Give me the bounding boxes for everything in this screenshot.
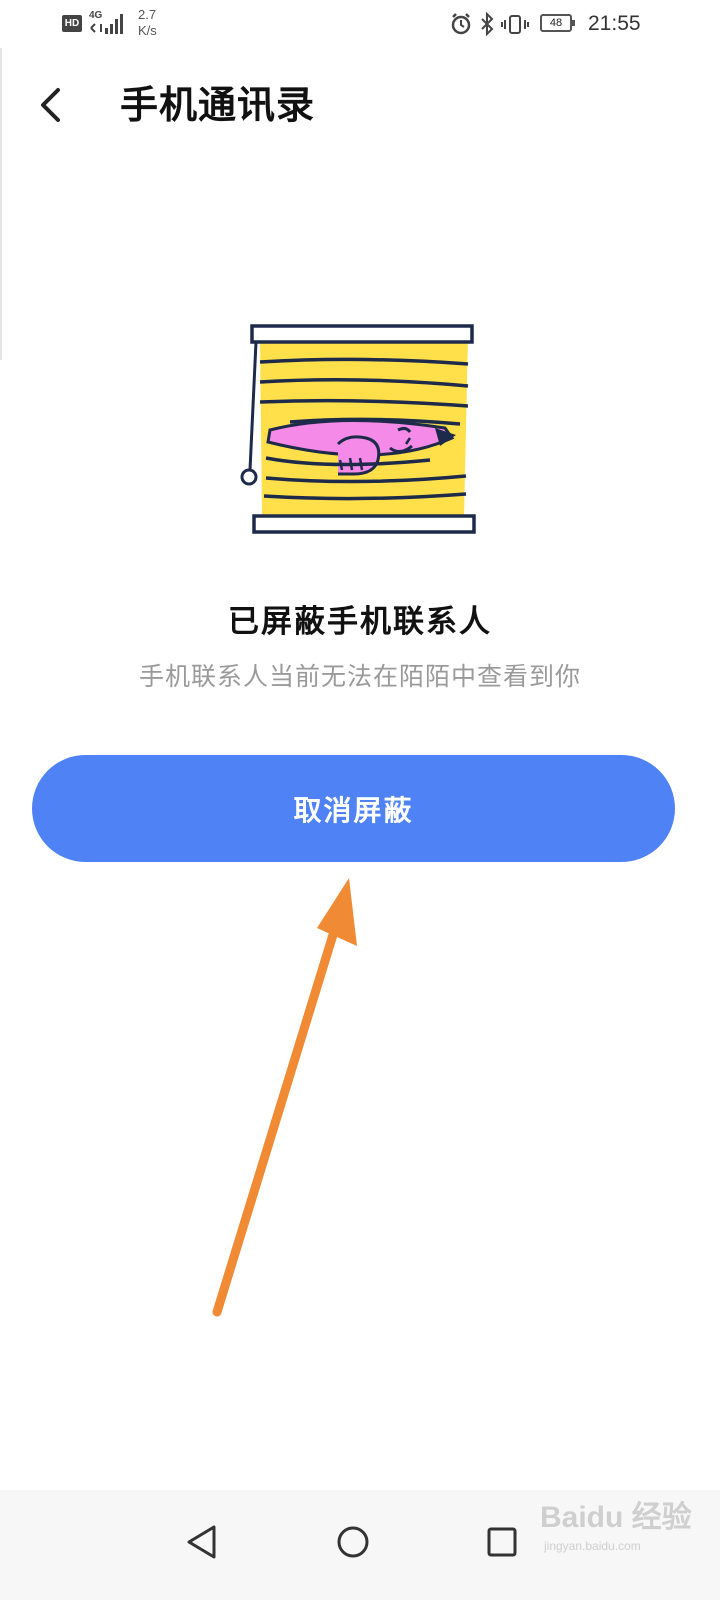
- status-bar: HD 4G 2.7 K/s 48 21:55: [0, 0, 720, 48]
- clock-time: 21:55: [588, 12, 641, 35]
- chevron-left-icon: [41, 88, 60, 122]
- circle-home-icon: [337, 1526, 369, 1558]
- watermark-url: jingyan.baidu.com: [544, 1539, 641, 1553]
- blocked-status-description: 手机联系人当前无法在陌陌中查看到你: [138, 662, 581, 691]
- nav-recent-apps-button[interactable]: [472, 1512, 532, 1572]
- blocked-illustration: [230, 320, 490, 540]
- system-navigation-bar: Baidu 经验 jingyan.baidu.com: [0, 1490, 720, 1600]
- network-speed-unit: K/s: [138, 23, 157, 38]
- network-speed: 2.7 K/s: [138, 7, 157, 39]
- pointer-arrow-icon: [212, 878, 357, 1317]
- window-blind-illustration: [240, 324, 476, 534]
- network-speed-value: 2.7: [138, 7, 157, 22]
- nav-home-button[interactable]: [323, 1512, 383, 1572]
- back-button[interactable]: [30, 80, 80, 130]
- watermark-main-text: Baidu 经验: [540, 1501, 692, 1534]
- annotation-arrow: [195, 860, 375, 1320]
- square-recent-icon: [487, 1527, 517, 1557]
- app-header: 手机通讯录: [0, 60, 720, 150]
- triangle-back-icon: [187, 1525, 216, 1559]
- hd-indicator: HD: [62, 15, 82, 32]
- blocked-status-title: 已屏蔽手机联系人: [228, 604, 492, 640]
- unblock-button[interactable]: 取消屏蔽: [32, 755, 675, 862]
- baidu-jingyan-watermark: Baidu 经验 jingyan.baidu.com: [540, 1498, 710, 1562]
- nav-back-button[interactable]: [172, 1512, 232, 1572]
- signal-icon: 4G: [89, 10, 129, 36]
- page-title: 手机通讯录: [120, 82, 316, 127]
- battery-icon: 48: [540, 14, 575, 32]
